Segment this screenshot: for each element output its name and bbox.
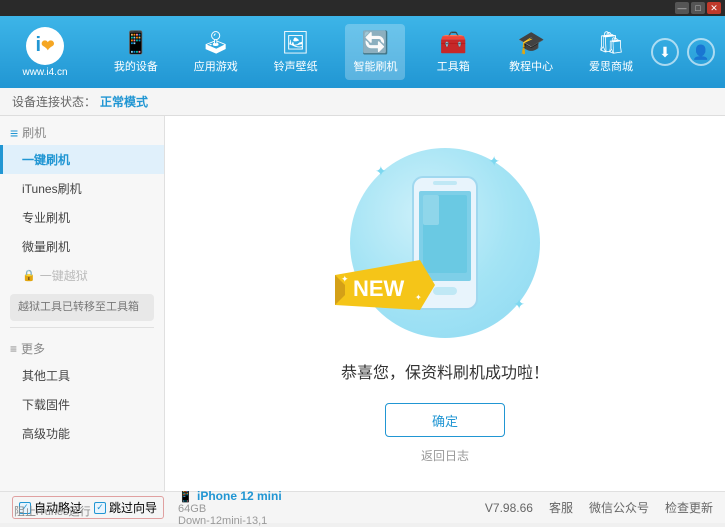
bottom-bar: ✓ 自动略过 ✓ 跳过向导 📱 iPhone 12 mini 64GB Down… <box>0 491 725 523</box>
smart-flash-icon: 🔄 <box>362 30 389 56</box>
sidebar-divider <box>10 327 154 328</box>
version-label: V7.98.66 <box>485 501 533 515</box>
jailbreak-notice: 越狱工具已转移至工具箱 <box>10 294 154 321</box>
new-ribbon: NEW ✦ ✦ <box>335 260 435 323</box>
close-button[interactable]: ✕ <box>707 2 721 14</box>
sidebar-item-one-key-flash[interactable]: 一键刷机 <box>0 145 164 174</box>
phone-illustration: ✦ ✦ ✦ <box>345 143 545 343</box>
nav-apps[interactable]: 🕹 应用游戏 <box>186 24 246 80</box>
main-nav: 📱 我的设备 🕹 应用游戏 🖼 铃声壁纸 🔄 智能刷机 🧰 工具箱 🎓 教程中心… <box>96 24 651 80</box>
toolbox-icon: 🧰 <box>440 30 467 56</box>
toolbox-label: 工具箱 <box>437 58 470 74</box>
sidebar-section-label: 刷机 <box>22 124 46 141</box>
logo: i ❤ www.i4.cn <box>10 27 80 78</box>
sidebar-item-advanced[interactable]: 高级功能 <box>0 419 164 448</box>
skip-wizard-box[interactable]: ✓ <box>94 502 106 514</box>
minimize-button[interactable]: — <box>675 2 689 14</box>
status-value: 正常模式 <box>100 93 148 110</box>
my-device-label: 我的设备 <box>114 58 158 74</box>
device-model: Down-12mini-13,1 <box>178 515 282 527</box>
sidebar-section-flash: ≡ 刷机 <box>0 116 164 145</box>
sidebar-item-other-tools[interactable]: 其他工具 <box>0 361 164 390</box>
skip-wizard-checkbox[interactable]: ✓ 跳过向导 <box>94 499 157 516</box>
nav-mall[interactable]: 🛍 爱思商城 <box>581 24 641 80</box>
nav-tutorial[interactable]: 🎓 教程中心 <box>501 24 561 80</box>
user-button[interactable]: 👤 <box>687 38 715 66</box>
confirm-button[interactable]: 确定 <box>385 403 505 437</box>
svg-text:NEW: NEW <box>353 276 405 301</box>
sidebar-more-header: ≡ 更多 <box>0 334 164 361</box>
sidebar-item-itunes-flash[interactable]: iTunes刷机 <box>0 174 164 203</box>
sidebar-item-jailbreak: 🔒 一键越狱 <box>0 261 164 290</box>
sidebar-item-download-firmware[interactable]: 下载固件 <box>0 390 164 419</box>
nav-toolbox[interactable]: 🧰 工具箱 <box>425 24 481 80</box>
apps-icon: 🕹 <box>202 30 230 56</box>
nav-smart-flash[interactable]: 🔄 智能刷机 <box>345 24 405 80</box>
main-layout: ≡ 刷机 一键刷机 iTunes刷机 专业刷机 微量刷机 🔒 一键越狱 越狱工具… <box>0 116 725 491</box>
sidebar-item-save-flash[interactable]: 微量刷机 <box>0 232 164 261</box>
sparkle-3: ✦ <box>513 296 525 313</box>
sidebar-item-pro-flash[interactable]: 专业刷机 <box>0 203 164 232</box>
sparkle-1: ✦ <box>375 163 387 180</box>
device-storage: 64GB <box>178 503 282 515</box>
tutorial-icon: 🎓 <box>517 30 544 56</box>
skip-wizard-label: 跳过向导 <box>109 499 157 516</box>
mall-label: 爱思商城 <box>589 58 633 74</box>
header-right: ⬇ 👤 <box>651 38 715 66</box>
sidebar: ≡ 刷机 一键刷机 iTunes刷机 专业刷机 微量刷机 🔒 一键越狱 越狱工具… <box>0 116 165 491</box>
apps-label: 应用游戏 <box>194 58 238 74</box>
tutorial-label: 教程中心 <box>509 58 553 74</box>
lock-icon: 🔒 <box>22 269 36 282</box>
support-link[interactable]: 客服 <box>549 499 573 516</box>
smart-flash-label: 智能刷机 <box>353 58 397 74</box>
update-link[interactable]: 检查更新 <box>665 499 713 516</box>
device-info: 📱 iPhone 12 mini 64GB Down-12mini-13,1 <box>178 489 282 527</box>
app-header: i ❤ www.i4.cn 📱 我的设备 🕹 应用游戏 🖼 铃声壁纸 🔄 智能刷… <box>0 16 725 88</box>
logo-icon: i ❤ <box>26 27 64 65</box>
maximize-button[interactable]: □ <box>691 2 705 14</box>
mall-icon: 🛍 <box>597 30 625 56</box>
content-area: ✦ ✦ ✦ <box>165 116 725 491</box>
success-message: 恭喜您，保资料刷机成功啦！ <box>341 359 549 383</box>
wallpaper-icon: 🖼 <box>282 30 310 56</box>
svg-text:✦: ✦ <box>415 293 422 302</box>
logo-url: www.i4.cn <box>22 67 67 78</box>
nav-my-device[interactable]: 📱 我的设备 <box>106 24 166 80</box>
wechat-link[interactable]: 微信公众号 <box>589 499 649 516</box>
nav-wallpaper[interactable]: 🖼 铃声壁纸 <box>266 24 326 80</box>
bottom-right: V7.98.66 客服 微信公众号 检查更新 <box>485 499 713 516</box>
window-titlebar: — □ ✕ <box>0 0 725 16</box>
wallpaper-label: 铃声壁纸 <box>274 58 318 74</box>
sparkle-2: ✦ <box>488 153 500 170</box>
my-device-icon: 📱 <box>122 30 149 56</box>
flash-section-icon: ≡ <box>10 125 18 141</box>
status-bar: 设备连接状态： 正常模式 <box>0 88 725 116</box>
svg-text:✦: ✦ <box>341 274 349 284</box>
back-link[interactable]: 返回日志 <box>421 447 469 464</box>
itunes-status: 阻止iTunes运行 <box>14 503 91 519</box>
download-button[interactable]: ⬇ <box>651 38 679 66</box>
status-prefix: 设备连接状态： <box>12 93 96 110</box>
